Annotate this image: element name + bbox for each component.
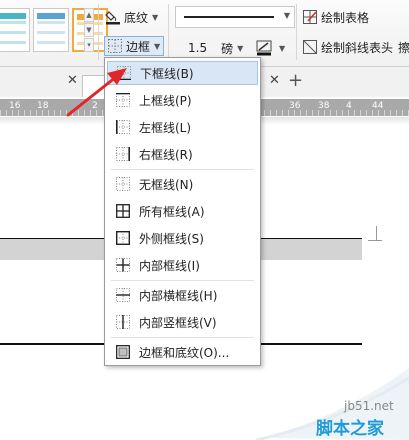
gallery-up-button[interactable]: ▲: [84, 8, 94, 22]
shading-label: 底纹: [124, 10, 149, 25]
menu-separator: [111, 169, 254, 170]
left-border-icon: [116, 120, 130, 134]
menu-item-label: 左框线(L): [139, 120, 192, 135]
menu-item-left-border[interactable]: 左框线(L): [107, 115, 258, 139]
close-tab-icon[interactable]: ✕: [269, 73, 280, 88]
chevron-down-icon: ▼: [237, 43, 244, 53]
line-width-value: 1.5: [188, 41, 208, 55]
border-grid-icon: [108, 39, 122, 53]
menu-item-label: 内部横框线(H): [139, 288, 218, 303]
close-tab-icon[interactable]: ✕: [67, 73, 78, 88]
gallery-down-button[interactable]: ▼: [84, 23, 94, 37]
cell-end-marker: [376, 226, 377, 240]
right-border-icon: [116, 147, 130, 161]
ribbon-divider: [98, 4, 99, 60]
inside-vertical-border-icon: [116, 315, 130, 329]
ruler-tick-label: 44: [372, 101, 384, 111]
menu-item-label: 外侧框线(S): [139, 231, 204, 246]
draw-diagonal-header-button[interactable]: 绘制斜线表头: [302, 37, 393, 57]
ruler-tick-label: 2: [92, 101, 98, 111]
eraser-label: 擦: [398, 40, 409, 55]
no-border-icon: [116, 177, 130, 191]
bottom-border-icon: [117, 66, 131, 80]
line-style-preview: [184, 16, 274, 18]
menu-item-label: 所有框线(A): [139, 204, 205, 219]
outside-borders-icon: [116, 231, 130, 245]
line-style-select[interactable]: ▼: [175, 6, 295, 28]
ruler-tick-label: 36: [289, 101, 301, 111]
border-label: 边框: [126, 39, 151, 54]
new-tab-icon[interactable]: +: [288, 70, 303, 91]
menu-item-label: 下框线(B): [140, 66, 194, 81]
ruler-tick-label: 4: [346, 101, 352, 111]
chevron-down-icon: ▼: [154, 41, 161, 51]
menu-item-label: 右框线(R): [139, 147, 193, 162]
line-width-select[interactable]: 1.5 磅 ▼: [188, 37, 243, 59]
menu-item-label: 内部竖框线(V): [139, 315, 217, 330]
eraser-button[interactable]: 擦: [398, 37, 409, 57]
ribbon-divider: [296, 4, 297, 60]
chevron-down-icon: ▼: [152, 12, 159, 22]
table-style-teal[interactable]: [0, 8, 30, 52]
menu-separator: [111, 280, 254, 281]
pen-color-icon: [256, 40, 272, 56]
menu-item-bottom-border[interactable]: 下框线(B): [107, 61, 258, 85]
line-width-unit: 磅: [221, 41, 234, 56]
ruler-tick-label: 38: [318, 101, 330, 111]
draw-table-icon: [303, 10, 317, 24]
menu-item-right-border[interactable]: 右框线(R): [107, 142, 258, 166]
menu-item-borders-and-shading[interactable]: 边框和底纹(O)...: [107, 340, 258, 364]
menu-item-label: 上框线(P): [139, 93, 192, 108]
ruler-tick-label: 18: [37, 101, 49, 111]
paint-bucket-icon: [105, 11, 120, 25]
top-border-icon: [116, 93, 130, 107]
menu-item-outside-borders[interactable]: 外侧框线(S): [107, 226, 258, 250]
border-dropdown-menu: 下框线(B) 上框线(P) 左框线(L) 右框线(R) 无框线(N) 所有框线(…: [104, 57, 261, 366]
menu-item-inside-borders[interactable]: 内部框线(I): [107, 253, 258, 277]
inside-horizontal-border-icon: [116, 288, 130, 302]
menu-item-label: 无框线(N): [139, 177, 194, 192]
ruler-tick-label: 16: [9, 101, 21, 111]
cell-end-marker: [368, 240, 382, 241]
chevron-down-icon: ▼: [283, 11, 290, 20]
draw-diagonal-header-label: 绘制斜线表头: [321, 40, 394, 55]
border-button[interactable]: 边框 ▼: [104, 36, 165, 56]
menu-separator: [111, 337, 254, 338]
draw-table-button[interactable]: 绘制表格: [302, 7, 369, 27]
menu-item-inside-horizontal-border[interactable]: 内部横框线(H): [107, 283, 258, 307]
menu-item-label: 边框和底纹(O)...: [139, 345, 230, 360]
gallery-more-button[interactable]: ▾: [84, 38, 94, 52]
menu-item-inside-vertical-border[interactable]: 内部竖框线(V): [107, 310, 258, 334]
all-borders-icon: [116, 204, 130, 218]
menu-item-top-border[interactable]: 上框线(P): [107, 88, 258, 112]
inside-borders-icon: [116, 258, 130, 272]
chevron-down-icon: ▼: [279, 43, 286, 53]
menu-item-no-border[interactable]: 无框线(N): [107, 172, 258, 196]
borders-and-shading-icon: [116, 345, 130, 359]
menu-item-all-borders[interactable]: 所有框线(A): [107, 199, 258, 223]
diagonal-header-icon: [303, 40, 317, 54]
ribbon-divider: [168, 4, 169, 60]
table-style-blue[interactable]: [33, 8, 69, 52]
shading-button[interactable]: 底纹 ▼: [105, 7, 158, 27]
line-color-button[interactable]: ▼: [256, 38, 285, 58]
menu-item-label: 内部框线(I): [139, 258, 200, 273]
draw-table-label: 绘制表格: [321, 10, 370, 25]
